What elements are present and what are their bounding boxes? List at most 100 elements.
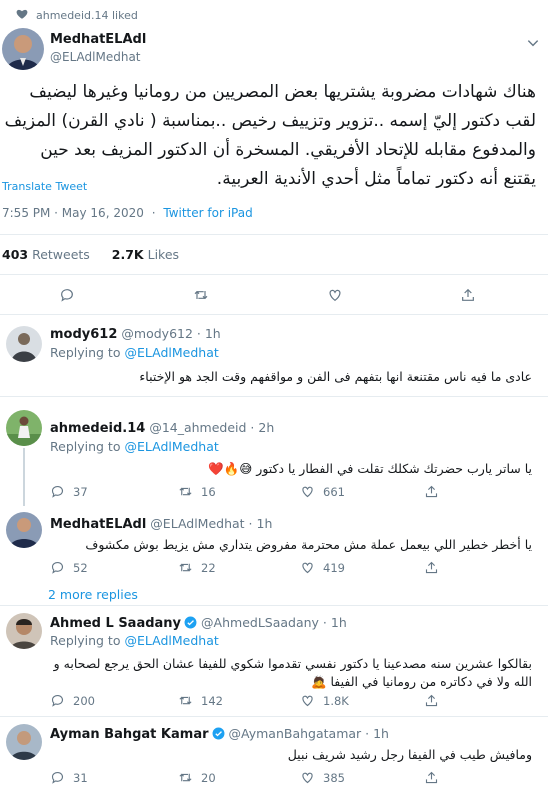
replying-to: Replying to @ELAdlMedhat: [50, 439, 219, 454]
share-icon: [425, 485, 438, 498]
replying-to-link[interactable]: @ELAdlMedhat: [124, 633, 218, 648]
thread-connector: [23, 448, 25, 506]
like-button[interactable]: 1.8K: [300, 693, 349, 708]
like-icon[interactable]: [327, 287, 343, 303]
avatar[interactable]: [6, 724, 42, 760]
reply-icon: [51, 771, 64, 784]
reply-item[interactable]: mody612 @mody612 · 1h Replying to @ELAdlM…: [0, 316, 548, 396]
retweet-icon: [179, 696, 192, 705]
like-icon: [302, 695, 313, 707]
share-icon: [425, 771, 438, 784]
divider: [0, 605, 548, 606]
divider: [0, 396, 548, 397]
retweet-icon: [179, 487, 192, 496]
reply-handle[interactable]: @AymanBahgatamar · 1h: [229, 726, 389, 741]
tweet-source[interactable]: Twitter for iPad: [163, 206, 252, 220]
reply-item[interactable]: MedhatELAdl @ELAdlMedhat · 1h يا أخطر خطي…: [0, 506, 548, 582]
reply-icon: [51, 485, 64, 498]
share-button[interactable]: [424, 484, 439, 499]
retweet-button[interactable]: 16: [178, 484, 216, 499]
retweet-count: 16: [201, 484, 216, 499]
retweet-count: 22: [201, 560, 216, 575]
main-tweet-actions: [0, 287, 548, 307]
reply-button[interactable]: 52: [50, 560, 88, 575]
reply-count: 37: [73, 484, 88, 499]
replying-to: Replying to @ELAdlMedhat: [50, 345, 219, 360]
share-button[interactable]: [424, 770, 439, 785]
retweet-button[interactable]: 20: [178, 770, 216, 785]
retweet-button[interactable]: 142: [178, 693, 223, 708]
avatar[interactable]: [6, 326, 42, 362]
avatar[interactable]: [6, 613, 42, 649]
reply-count: 31: [73, 770, 88, 785]
avatar[interactable]: [6, 512, 42, 548]
retweet-icon: [179, 563, 192, 572]
reply-text: ومافيش طيب في الفيفا رجل رشيد شريف نبيل: [287, 747, 532, 762]
reply-author[interactable]: Ahmed L Saadany @AhmedLSaadany · 1h: [50, 615, 347, 631]
verified-icon: [184, 616, 197, 629]
reply-actions: 52 22 419: [50, 560, 470, 576]
reply-button[interactable]: 31: [50, 770, 88, 785]
reply-author[interactable]: mody612 @mody612 · 1h: [50, 326, 221, 342]
like-count: 385: [323, 770, 345, 785]
avatar[interactable]: [2, 28, 44, 70]
divider: [0, 274, 548, 275]
like-icon: [302, 772, 313, 784]
reply-actions: 200 142 1.8K: [50, 693, 470, 709]
divider: [0, 716, 548, 717]
reply-author[interactable]: ahmedeid.14 @14_ahmedeid · 2h: [50, 420, 274, 436]
liked-text[interactable]: ahmedeid.14 liked: [36, 9, 138, 22]
main-tweet-header: MedhatELAdl @ELAdlMedhat: [0, 22, 554, 72]
reply-handle[interactable]: @ELAdlMedhat · 1h: [150, 516, 272, 531]
author-handle[interactable]: @ELAdlMedhat: [50, 50, 141, 64]
like-button[interactable]: 385: [300, 770, 345, 785]
reply-actions: 31 20 385: [50, 770, 470, 786]
replying-to-link[interactable]: @ELAdlMedhat: [124, 439, 218, 454]
share-button[interactable]: [424, 693, 439, 708]
avatar[interactable]: [6, 410, 42, 446]
chevron-down-icon[interactable]: [526, 36, 540, 50]
reply-text: يا ساتر يارب حضرتك شكلك تقلت في الفطار ي…: [208, 461, 532, 476]
likes-label[interactable]: Likes: [148, 247, 179, 262]
more-replies-link[interactable]: 2 more replies: [48, 587, 138, 602]
reply-author[interactable]: MedhatELAdl @ELAdlMedhat · 1h: [50, 516, 272, 532]
reply-item[interactable]: ahmedeid.14 @14_ahmedeid · 2h Replying to…: [0, 398, 548, 506]
reply-button[interactable]: 200: [50, 693, 95, 708]
tweet-time[interactable]: 7:55 PM · May 16, 2020: [2, 206, 144, 220]
reply-actions: 37 16 661: [50, 484, 470, 500]
retweet-icon: [179, 773, 192, 782]
divider: [0, 314, 548, 315]
replying-to-link[interactable]: @ELAdlMedhat: [124, 345, 218, 360]
reply-handle[interactable]: @AhmedLSaadany · 1h: [201, 615, 347, 630]
retweet-button[interactable]: 22: [178, 560, 216, 575]
like-icon: [302, 486, 313, 498]
reply-author[interactable]: Ayman Bahgat Kamar @AymanBahgatamar · 1h: [50, 726, 389, 742]
like-button[interactable]: 661: [300, 484, 345, 499]
social-context: ahmedeid.14 liked: [16, 8, 138, 23]
retweet-count: 20: [201, 770, 216, 785]
retweet-count: 142: [201, 693, 223, 708]
reply-text: يا أخطر خطير اللي بيعمل عملة مش محترمة م…: [85, 537, 532, 552]
share-icon: [425, 694, 438, 707]
likes-count[interactable]: 2.7K: [112, 247, 144, 262]
reply-item[interactable]: Ahmed L Saadany @AhmedLSaadany · 1h Reply…: [0, 607, 548, 715]
reply-text: عادى ما فيه ناس مقتنعة انها بتفهم فى الف…: [139, 369, 532, 384]
reply-handle[interactable]: @mody612 · 1h: [121, 326, 220, 341]
share-button[interactable]: [424, 560, 439, 575]
like-button[interactable]: 419: [300, 560, 345, 575]
engagement-counts: 403 Retweets 2.7K Likes: [2, 247, 179, 262]
retweets-label[interactable]: Retweets: [32, 247, 90, 262]
retweets-count[interactable]: 403: [2, 247, 28, 262]
translate-link[interactable]: Translate Tweet: [2, 180, 87, 193]
author-name[interactable]: MedhatELAdl: [50, 32, 146, 47]
retweet-icon[interactable]: [193, 287, 209, 303]
reply-handle[interactable]: @14_ahmedeid · 2h: [149, 420, 274, 435]
share-icon[interactable]: [460, 287, 476, 303]
reply-button[interactable]: 37: [50, 484, 88, 499]
share-icon: [425, 561, 438, 574]
reply-icon[interactable]: [59, 287, 75, 303]
replying-to: Replying to @ELAdlMedhat: [50, 633, 219, 648]
like-count: 1.8K: [323, 693, 349, 708]
reply-item[interactable]: Ayman Bahgat Kamar @AymanBahgatamar · 1h …: [0, 718, 548, 800]
like-count: 661: [323, 484, 345, 499]
